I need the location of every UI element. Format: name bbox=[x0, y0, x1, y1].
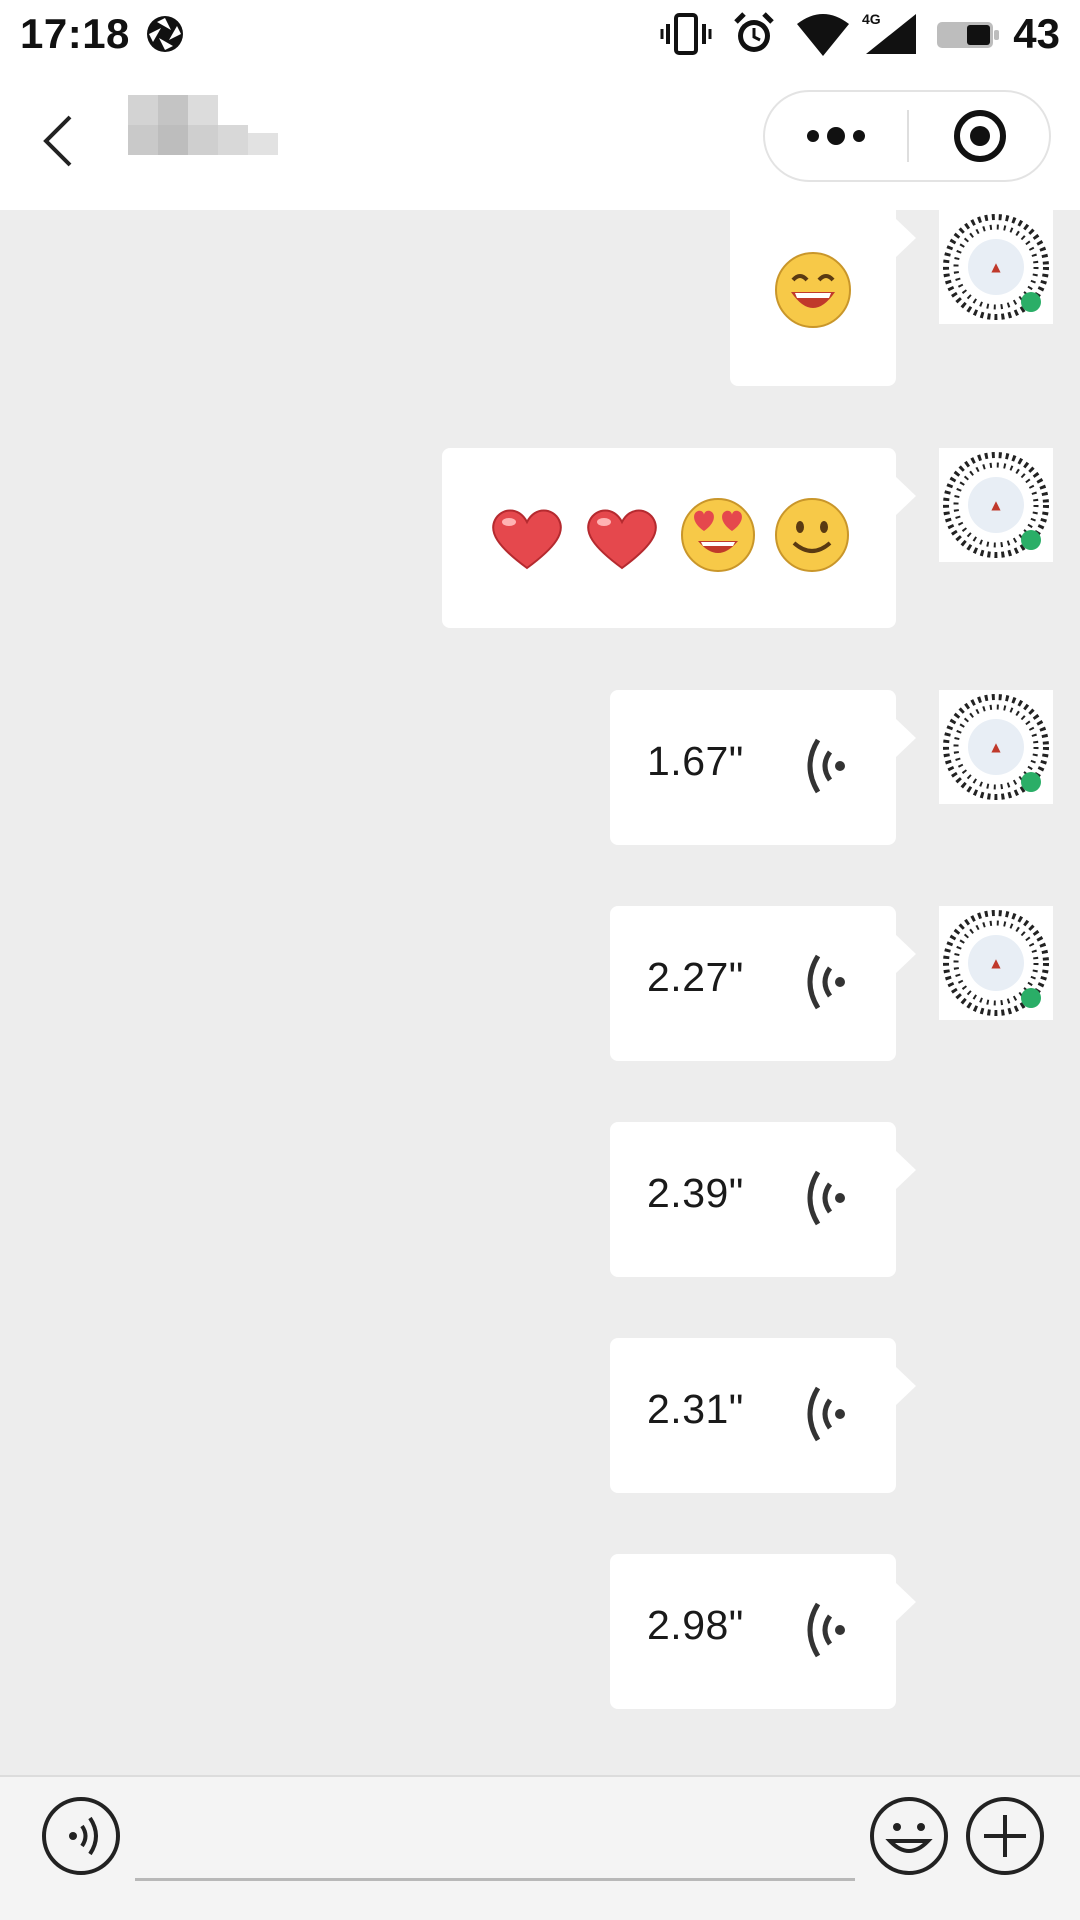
smiling-face-emoji bbox=[775, 498, 849, 572]
message-input[interactable] bbox=[135, 1797, 855, 1881]
message-bubble-emoji[interactable] bbox=[442, 448, 916, 628]
voice-toggle-button[interactable] bbox=[40, 1795, 122, 1877]
chat-message-list[interactable]: ▲ ▲ 1.67" ▲ 2.27" ▲ 2.39" 2.31" 2.98" bbox=[0, 210, 1080, 1775]
voice-wave-icon bbox=[807, 738, 845, 794]
close-button[interactable] bbox=[909, 92, 1051, 180]
voice-wave-icon bbox=[807, 954, 845, 1010]
heart-eyes-face-emoji bbox=[681, 498, 755, 572]
qr-avatar-icon: ▲ bbox=[939, 690, 1053, 804]
red-heart-emoji bbox=[492, 509, 562, 570]
qr-avatar-icon: ▲ bbox=[939, 210, 1053, 324]
message-input-bar bbox=[0, 1775, 1080, 1920]
voice-wave-icon bbox=[807, 1386, 845, 1442]
voice-wave-icon bbox=[807, 1602, 845, 1658]
navigation-bar bbox=[0, 70, 1080, 210]
emoji-smile-icon bbox=[870, 1797, 948, 1875]
alarm-icon bbox=[734, 12, 774, 52]
plus-circle-icon bbox=[966, 1797, 1044, 1875]
voice-message-bubble[interactable]: 2.31" bbox=[610, 1338, 916, 1493]
emoji-button[interactable] bbox=[868, 1795, 950, 1877]
avatar[interactable]: ▲ bbox=[939, 690, 1053, 804]
battery-icon bbox=[937, 22, 999, 48]
laughing-face-emoji bbox=[775, 252, 851, 328]
wifi-icon bbox=[797, 14, 849, 56]
svg-text:4G: 4G bbox=[862, 11, 881, 27]
chat-title-blurred bbox=[128, 95, 288, 175]
qr-avatar-icon: ▲ bbox=[939, 448, 1053, 562]
target-close-icon bbox=[954, 110, 1006, 162]
voice-duration: 1.67" bbox=[647, 738, 744, 784]
more-functions-button[interactable] bbox=[964, 1795, 1046, 1877]
svg-text:▲: ▲ bbox=[991, 956, 1001, 970]
voice-wave-icon bbox=[807, 1170, 845, 1226]
voice-message-bubble[interactable]: 1.67" bbox=[610, 690, 916, 845]
aperture-icon bbox=[145, 14, 185, 59]
voice-message-bubble[interactable]: 2.27" bbox=[610, 906, 916, 1061]
voice-duration: 2.27" bbox=[647, 954, 744, 1000]
signal-icon: 4G bbox=[862, 11, 916, 54]
avatar[interactable]: ▲ bbox=[939, 448, 1053, 562]
voice-message-bubble[interactable]: 2.98" bbox=[610, 1554, 916, 1709]
svg-text:▲: ▲ bbox=[991, 740, 1001, 754]
voice-duration: 2.39" bbox=[647, 1170, 744, 1216]
status-bar: 17:18 4G 43 bbox=[0, 0, 1080, 70]
voice-duration: 2.98" bbox=[647, 1602, 744, 1648]
voice-input-icon bbox=[42, 1797, 120, 1875]
chevron-left-icon bbox=[43, 115, 72, 167]
voice-message-bubble[interactable]: 2.39" bbox=[610, 1122, 916, 1277]
more-dots-icon bbox=[807, 127, 865, 145]
qr-avatar-icon: ▲ bbox=[939, 906, 1053, 1020]
mini-program-capsule bbox=[763, 90, 1051, 182]
red-heart-emoji bbox=[587, 509, 657, 570]
vibrate-icon bbox=[660, 13, 712, 55]
battery-percentage: 43 bbox=[1013, 10, 1060, 57]
svg-text:▲: ▲ bbox=[991, 260, 1001, 274]
message-bubble-emoji[interactable] bbox=[730, 210, 916, 386]
voice-duration: 2.31" bbox=[647, 1386, 744, 1432]
avatar[interactable]: ▲ bbox=[939, 210, 1053, 324]
svg-text:▲: ▲ bbox=[991, 498, 1001, 512]
more-button[interactable] bbox=[765, 92, 907, 180]
back-button[interactable] bbox=[30, 105, 90, 175]
avatar[interactable]: ▲ bbox=[939, 906, 1053, 1020]
status-time: 17:18 bbox=[20, 10, 130, 57]
